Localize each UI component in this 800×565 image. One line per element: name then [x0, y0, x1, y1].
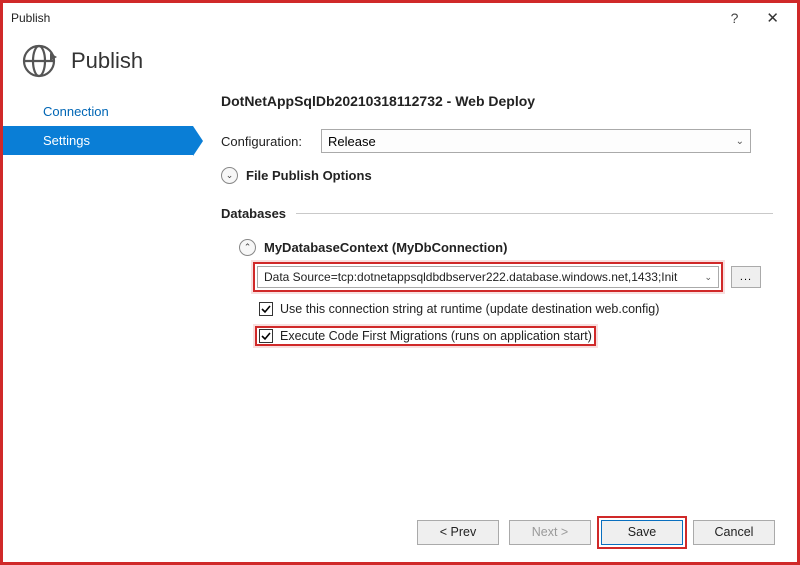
save-label: Save — [628, 525, 657, 539]
nav-item-settings[interactable]: Settings — [3, 126, 193, 155]
file-publish-expander[interactable]: ⌄ File Publish Options — [221, 167, 773, 184]
databases-section-header: Databases — [221, 206, 773, 221]
publish-icon — [21, 43, 57, 79]
save-button[interactable]: Save — [601, 520, 683, 545]
cancel-button[interactable]: Cancel — [693, 520, 775, 545]
use-connstr-label: Use this connection string at runtime (u… — [280, 302, 659, 316]
nav-item-label: Settings — [43, 133, 90, 148]
browse-label: ... — [740, 271, 752, 283]
nav-sidebar: Connection Settings — [3, 93, 193, 512]
close-icon[interactable]: ✕ — [756, 7, 789, 29]
connection-string-value: Data Source=tcp:dotnetappsqldbdbserver22… — [264, 270, 677, 284]
dialog-title: Publish — [71, 48, 143, 74]
use-connstr-checkbox-row: Use this connection string at runtime (u… — [259, 302, 773, 316]
chevron-up-icon: ⌃ — [239, 239, 256, 256]
titlebar: Publish ? ✕ — [3, 3, 797, 33]
dialog-footer: < Prev Next > Save Cancel — [3, 512, 797, 562]
window-title: Publish — [11, 11, 50, 25]
profile-title: DotNetAppSqlDb20210318112732 - Web Deplo… — [221, 93, 773, 109]
nav-item-label: Connection — [43, 104, 109, 119]
dialog-header: Publish — [3, 33, 797, 93]
highlight-marker: Data Source=tcp:dotnetappsqldbdbserver22… — [253, 262, 723, 292]
next-button[interactable]: Next > — [509, 520, 591, 545]
publish-window: Publish ? ✕ Publish Connection Settings … — [0, 0, 800, 565]
check-icon — [261, 331, 271, 341]
main-panel: DotNetAppSqlDb20210318112732 - Web Deplo… — [193, 93, 797, 512]
prev-button[interactable]: < Prev — [417, 520, 499, 545]
configuration-value: Release — [328, 134, 376, 149]
help-icon[interactable]: ? — [731, 10, 739, 26]
cancel-label: Cancel — [715, 525, 754, 539]
configuration-select[interactable]: Release ⌄ — [321, 129, 751, 153]
execute-migrations-label: Execute Code First Migrations (runs on a… — [280, 329, 592, 343]
highlight-marker: Execute Code First Migrations (runs on a… — [255, 326, 596, 346]
execute-migrations-checkbox[interactable] — [259, 329, 273, 343]
divider — [296, 213, 773, 214]
db-context-label: MyDatabaseContext (MyDbConnection) — [264, 240, 507, 255]
nav-item-connection[interactable]: Connection — [3, 97, 193, 126]
file-publish-label: File Publish Options — [246, 168, 372, 183]
use-connstr-checkbox[interactable] — [259, 302, 273, 316]
prev-label: < Prev — [440, 525, 476, 539]
connection-string-select[interactable]: Data Source=tcp:dotnetappsqldbdbserver22… — [257, 266, 719, 288]
browse-button[interactable]: ... — [731, 266, 761, 288]
configuration-label: Configuration: — [221, 134, 311, 149]
execute-migrations-checkbox-row: Execute Code First Migrations (runs on a… — [259, 329, 592, 343]
databases-label: Databases — [221, 206, 286, 221]
chevron-down-icon: ⌄ — [221, 167, 238, 184]
db-context-expander[interactable]: ⌃ MyDatabaseContext (MyDbConnection) — [239, 239, 773, 256]
next-label: Next > — [532, 525, 568, 539]
chevron-down-icon: ⌄ — [704, 272, 712, 283]
chevron-down-icon: ⌄ — [736, 136, 744, 147]
check-icon — [261, 304, 271, 314]
connection-string-row: Data Source=tcp:dotnetappsqldbdbserver22… — [253, 262, 773, 292]
